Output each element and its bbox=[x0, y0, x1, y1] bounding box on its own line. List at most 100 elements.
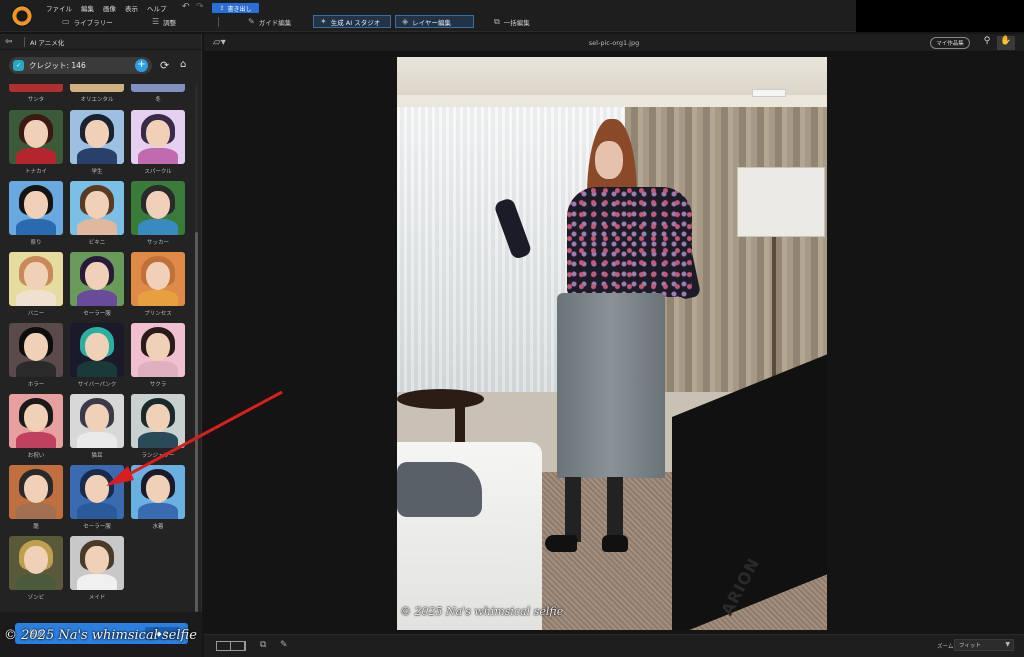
style-item[interactable]: 龍 bbox=[9, 465, 63, 530]
style-thumbnail[interactable] bbox=[9, 110, 63, 164]
style-item[interactable]: スパークル bbox=[131, 110, 185, 175]
thumbnail-body bbox=[77, 290, 117, 306]
photo-person-leg-left bbox=[565, 477, 581, 542]
style-item[interactable]: ビキニ bbox=[70, 181, 124, 246]
style-item[interactable]: 水着 bbox=[131, 465, 185, 530]
style-label: プリンセス bbox=[144, 311, 172, 317]
style-thumbnail[interactable] bbox=[131, 465, 185, 519]
style-thumbnail[interactable] bbox=[9, 465, 63, 519]
style-thumbnail[interactable] bbox=[70, 110, 124, 164]
style-item[interactable]: サッカー bbox=[131, 181, 185, 246]
style-item[interactable]: 学生 bbox=[70, 110, 124, 175]
redo-icon[interactable]: ↷ bbox=[196, 2, 204, 12]
tab-adjust[interactable]: ☰ 調整 bbox=[146, 15, 182, 28]
tab-library-label: ライブラリー bbox=[73, 18, 113, 27]
style-thumbnail[interactable] bbox=[70, 536, 124, 590]
thumbnail-body bbox=[138, 432, 178, 448]
copyright-icon: © bbox=[4, 628, 17, 643]
style-item[interactable]: メイド bbox=[70, 536, 124, 601]
chevron-down-icon: ▼ bbox=[1005, 641, 1010, 648]
style-thumbnail[interactable] bbox=[131, 252, 185, 306]
menu-help[interactable]: ヘルプ bbox=[147, 3, 167, 13]
thumbnail-face bbox=[146, 262, 170, 290]
undo-icon[interactable]: ↶ bbox=[182, 2, 190, 12]
compare-view-icon[interactable] bbox=[216, 641, 246, 651]
style-thumbnail[interactable] bbox=[9, 323, 63, 377]
style-item[interactable]: トナカイ bbox=[9, 110, 63, 175]
style-label: ホラー bbox=[27, 382, 45, 388]
header-divider bbox=[24, 36, 25, 47]
layers-icon: ◈ bbox=[402, 17, 409, 26]
style-thumbnail[interactable] bbox=[131, 323, 185, 377]
style-item[interactable]: ゾンビ bbox=[9, 536, 63, 601]
tab-divider bbox=[218, 17, 219, 27]
style-thumbnail[interactable] bbox=[9, 536, 63, 590]
style-thumbnail[interactable] bbox=[131, 394, 185, 448]
scrollbar-thumb[interactable] bbox=[195, 232, 198, 612]
export-button[interactable]: ⇪ 書き出し bbox=[212, 3, 259, 13]
canvas-toolbar: ▱▾ sel-pic-org1.jpg マイ作品集 ⚲ ✋ bbox=[204, 34, 1024, 52]
tab-library[interactable]: ▭ ライブラリー bbox=[56, 15, 119, 28]
style-thumbnail[interactable] bbox=[70, 181, 124, 235]
style-item[interactable]: セーラー服 bbox=[70, 252, 124, 317]
style-thumbnail[interactable] bbox=[9, 394, 63, 448]
folder-icon[interactable]: ▱▾ bbox=[213, 37, 226, 48]
style-thumbnail[interactable] bbox=[70, 394, 124, 448]
thumbnail-body bbox=[77, 219, 117, 235]
style-item[interactable]: プリンセス bbox=[131, 252, 185, 317]
style-thumbnail[interactable] bbox=[131, 181, 185, 235]
style-thumbnail[interactable] bbox=[70, 323, 124, 377]
add-credits-button[interactable]: + bbox=[135, 59, 148, 72]
tab-guide-edit[interactable]: ✎ ガイド編集 bbox=[242, 15, 297, 28]
style-thumb-partial-santa[interactable] bbox=[9, 84, 63, 92]
style-thumbnail[interactable] bbox=[70, 252, 124, 306]
overlay-watermark: © 2025 Na's whimsical selfie bbox=[4, 628, 197, 643]
draw-tool-icon[interactable]: ✎ bbox=[280, 640, 288, 650]
style-item[interactable]: ホラー bbox=[9, 323, 63, 388]
photo-person-skirt bbox=[557, 293, 665, 478]
menu-view[interactable]: 表示 bbox=[125, 3, 138, 13]
tab-gen-ai-studio[interactable]: ✦ 生成 AI スタジオ bbox=[313, 15, 391, 28]
menu-file[interactable]: ファイル bbox=[46, 3, 72, 13]
style-item[interactable]: サイバーパンク bbox=[70, 323, 124, 388]
menu-edit[interactable]: 編集 bbox=[81, 3, 94, 13]
style-item[interactable]: サクラ bbox=[131, 323, 185, 388]
style-item[interactable]: 猫耳 bbox=[70, 394, 124, 459]
photo-canvas[interactable]: ARION bbox=[397, 57, 827, 630]
style-item[interactable]: お祝い bbox=[9, 394, 63, 459]
thumbnail-face bbox=[85, 191, 109, 219]
style-label: サンタ bbox=[27, 97, 45, 103]
style-label: 猫耳 bbox=[91, 453, 103, 459]
zoom-select[interactable]: フィット ▼ bbox=[954, 639, 1014, 651]
thumbnail-face bbox=[24, 333, 48, 361]
style-thumbnail[interactable] bbox=[9, 252, 63, 306]
style-label: ビキニ bbox=[88, 240, 106, 246]
style-item[interactable]: バニー bbox=[9, 252, 63, 317]
library-icon: ▭ bbox=[62, 17, 70, 26]
thumbnail-face bbox=[24, 546, 48, 574]
style-thumbnail[interactable] bbox=[70, 465, 124, 519]
photo-side-table bbox=[397, 389, 484, 409]
my-works-button[interactable]: マイ作品集 bbox=[930, 37, 970, 49]
menu-image[interactable]: 画像 bbox=[103, 3, 116, 13]
style-label: お祝い bbox=[27, 453, 45, 459]
zoom-tool-icon[interactable]: ⚲ bbox=[978, 36, 996, 50]
style-thumbnail[interactable] bbox=[131, 110, 185, 164]
hand-tool-icon[interactable]: ✋ bbox=[997, 36, 1015, 50]
style-item[interactable]: 祭り bbox=[9, 181, 63, 246]
style-item[interactable]: セーラー服 bbox=[70, 465, 124, 530]
back-arrow-icon[interactable]: ⇦ bbox=[5, 37, 19, 47]
style-item[interactable]: ランジェリー bbox=[131, 394, 185, 459]
split-view-icon[interactable]: ⧉ bbox=[260, 640, 266, 650]
tab-layer-edit[interactable]: ◈ レイヤー編集 bbox=[395, 15, 474, 28]
style-thumb-partial-oriental[interactable] bbox=[70, 84, 124, 92]
thumbnail-body bbox=[16, 148, 56, 164]
photo-table-leg bbox=[455, 402, 465, 442]
style-thumbnail[interactable] bbox=[9, 181, 63, 235]
gift-icon[interactable]: ⌂ bbox=[180, 59, 186, 70]
canvas-area: ▱▾ sel-pic-org1.jpg マイ作品集 ⚲ ✋ ARION bbox=[204, 34, 1024, 634]
shield-icon: ✓ bbox=[13, 60, 24, 71]
style-thumb-partial-winter[interactable] bbox=[131, 84, 185, 92]
refresh-icon[interactable]: ⟳ bbox=[160, 59, 169, 72]
tab-batch-edit[interactable]: ⧉ 一括編集 bbox=[488, 15, 536, 28]
